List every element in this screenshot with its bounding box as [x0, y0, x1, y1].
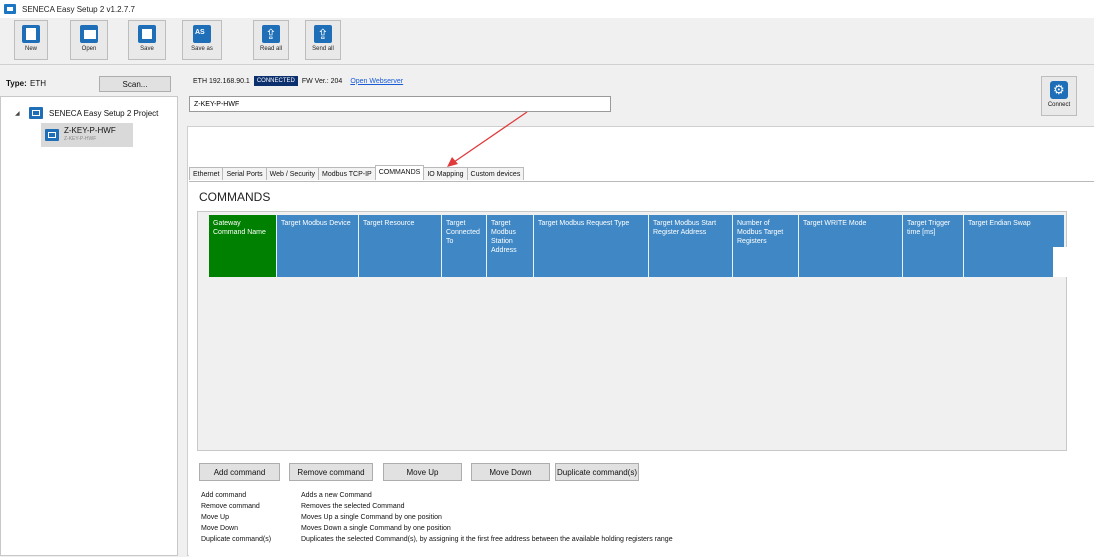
type-row: Type: ETH Scan...: [0, 74, 178, 92]
send-all-button[interactable]: Send all: [305, 20, 341, 60]
help-row: Add command Adds a new Command: [201, 492, 372, 499]
tab-custom-devices[interactable]: Custom devices: [466, 167, 525, 180]
tab-commands[interactable]: COMMANDS: [374, 165, 425, 180]
col-target-station-address[interactable]: Target Modbus Station Address: [487, 215, 534, 277]
device-config-pane: ETH 192.168.90.1 CONNECTED FW Ver.: 204 …: [185, 66, 1094, 557]
send-all-button-label: Send all: [312, 46, 334, 52]
project-icon: [29, 107, 43, 119]
window-title: SENECA Easy Setup 2 v1.2.7.7: [22, 4, 135, 14]
connect-button-label: Connect: [1047, 102, 1071, 108]
device-name-input[interactable]: [189, 96, 611, 112]
read-all-button[interactable]: Read all: [253, 20, 289, 60]
col-gateway-command-name[interactable]: Gateway Command Name: [209, 215, 277, 277]
connection-status: ETH 192.168.90.1 CONNECTED FW Ver.: 204 …: [193, 76, 403, 86]
tree-root-label: SENECA Easy Setup 2 Project: [49, 108, 159, 118]
tab-web-security[interactable]: Web / Security: [265, 167, 320, 180]
tab-serial-ports[interactable]: Serial Ports: [222, 167, 267, 180]
open-button[interactable]: Open: [70, 20, 108, 60]
move-down-button[interactable]: Move Down: [471, 463, 550, 481]
device-node-title: Z-KEY-P-HWF: [64, 126, 116, 135]
collapse-arrow-icon[interactable]: ◢: [15, 110, 21, 117]
tab-bar: Ethernet Serial Ports Web / Security Mod…: [189, 165, 525, 180]
device-node-subtitle: Z-KEY-P-HWF: [64, 136, 97, 142]
open-webserver-link[interactable]: Open Webserver: [350, 78, 403, 85]
tab-io-mapping[interactable]: IO Mapping: [423, 167, 468, 180]
read-all-button-label: Read all: [259, 46, 282, 52]
help-row: Move Up Moves Up a single Command by one …: [201, 514, 442, 521]
grid-header-spacer: [1053, 247, 1067, 277]
help-row: Move Down Moves Down a single Command by …: [201, 525, 451, 532]
help-row: Duplicate command(s) Duplicates the selec…: [201, 536, 673, 543]
actions-help: Add command Adds a new Command Remove com…: [201, 490, 673, 545]
commands-grid[interactable]: Gateway Command Name Target Modbus Devic…: [197, 211, 1067, 451]
save-as-icon: [193, 25, 211, 43]
ip-address: ETH 192.168.90.1: [193, 77, 250, 85]
firmware-version: FW Ver.: 204: [301, 77, 343, 85]
col-number-of-registers[interactable]: Number of Modbus Target Registers: [733, 215, 799, 277]
remove-command-button[interactable]: Remove command: [289, 463, 373, 481]
tree-root-node[interactable]: ◢ SENECA Easy Setup 2 Project: [15, 107, 158, 119]
tab-modbus-tcp-ip[interactable]: Modbus TCP-IP: [318, 167, 376, 180]
move-up-button[interactable]: Move Up: [383, 463, 462, 481]
col-target-request-type[interactable]: Target Modbus Request Type: [534, 215, 649, 277]
col-target-endian-swap[interactable]: Target Endian Swap: [964, 215, 1065, 277]
connect-button[interactable]: Connect: [1041, 76, 1077, 116]
col-target-resource[interactable]: Target Resource: [359, 215, 442, 277]
save-as-button-label: Save as: [191, 46, 213, 52]
tree-device-node[interactable]: Z-KEY-P-HWF Z-KEY-P-HWF: [41, 123, 133, 147]
col-target-modbus-device[interactable]: Target Modbus Device: [277, 215, 359, 277]
new-document-icon: [22, 25, 40, 43]
new-button-label: New: [24, 46, 37, 52]
project-tree[interactable]: ◢ SENECA Easy Setup 2 Project Z-KEY-P-HW…: [0, 96, 178, 556]
save-button-label: Save: [140, 46, 154, 52]
scan-button[interactable]: Scan...: [99, 76, 171, 92]
device-icon: [45, 129, 59, 141]
connected-badge: CONNECTED: [253, 76, 298, 86]
col-target-start-register[interactable]: Target Modbus Start Register Address: [649, 215, 733, 277]
add-command-button[interactable]: Add command: [199, 463, 280, 481]
open-button-label: Open: [81, 46, 97, 52]
save-as-button[interactable]: Save as: [182, 20, 222, 60]
type-label: Type:: [6, 79, 27, 88]
duplicate-command-button[interactable]: Duplicate command(s): [555, 463, 639, 481]
col-target-write-mode[interactable]: Target WRITE Mode: [799, 215, 903, 277]
help-row: Remove command Removes the selected Comma…: [201, 503, 405, 510]
toolbar: New Open Save Save as Read all Send all: [0, 18, 1094, 65]
section-title: COMMANDS: [199, 190, 271, 204]
read-all-icon: [262, 25, 280, 43]
project-pane: Type: ETH Scan... ◢ SENECA Easy Setup 2 …: [0, 66, 178, 556]
save-button[interactable]: Save: [128, 20, 166, 60]
save-icon: [138, 25, 156, 43]
col-target-connected-to[interactable]: Target Connected To: [442, 215, 487, 277]
send-all-icon: [314, 25, 332, 43]
open-folder-icon: [80, 25, 98, 43]
tab-ethernet[interactable]: Ethernet: [189, 167, 224, 180]
type-value: ETH: [30, 79, 46, 88]
connect-gear-icon: [1050, 81, 1068, 99]
app-logo-icon: [4, 4, 16, 14]
col-target-trigger-time[interactable]: Target Trigger time [ms]: [903, 215, 964, 277]
title-bar: SENECA Easy Setup 2 v1.2.7.7: [0, 0, 1094, 18]
new-button[interactable]: New: [14, 20, 48, 60]
